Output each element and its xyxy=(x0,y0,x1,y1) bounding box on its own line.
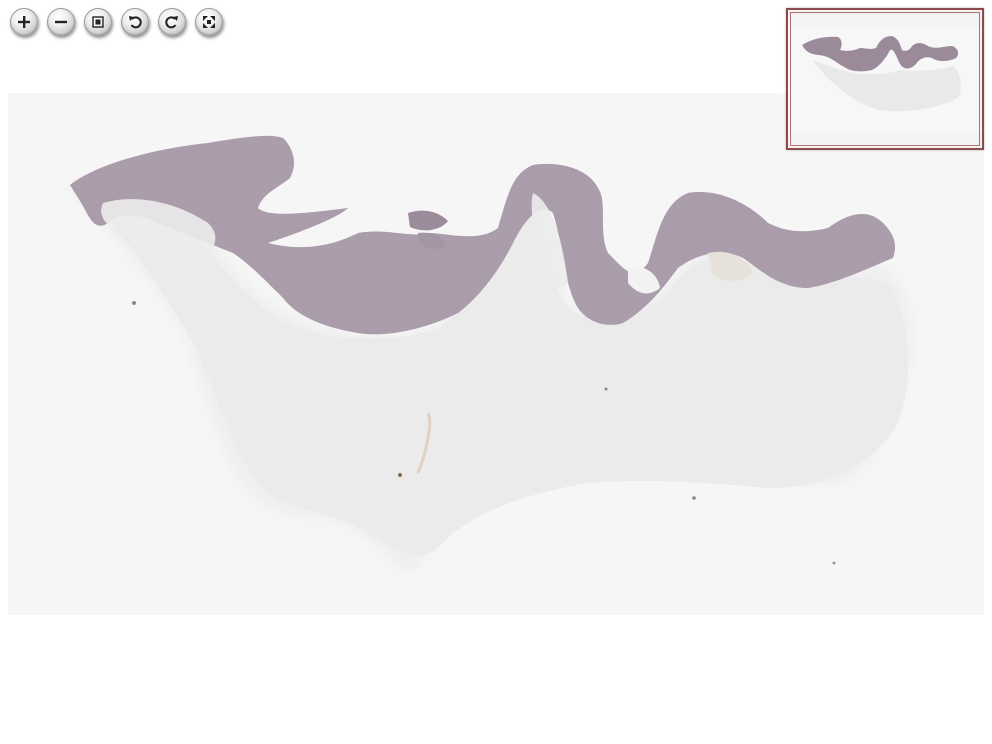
home-button[interactable] xyxy=(84,8,112,36)
home-fit-icon xyxy=(92,16,104,28)
zoom-out-button[interactable] xyxy=(47,8,75,36)
navigator-minimap[interactable] xyxy=(786,8,984,150)
rotate-right-icon xyxy=(165,16,178,29)
fullscreen-icon xyxy=(203,16,215,28)
slide-image-canvas[interactable] xyxy=(8,93,984,615)
minus-icon xyxy=(55,20,67,24)
full-page-button[interactable] xyxy=(195,8,223,36)
navigator-thumbnail xyxy=(788,10,982,148)
plus-icon xyxy=(18,16,30,28)
rotate-right-button[interactable] xyxy=(158,8,186,36)
tissue-slide-image xyxy=(8,93,984,615)
image-viewer xyxy=(0,0,992,744)
rotate-left-button[interactable] xyxy=(121,8,149,36)
rotate-left-icon xyxy=(129,16,142,29)
zoom-in-button[interactable] xyxy=(10,8,38,36)
viewer-toolbar xyxy=(10,8,223,40)
